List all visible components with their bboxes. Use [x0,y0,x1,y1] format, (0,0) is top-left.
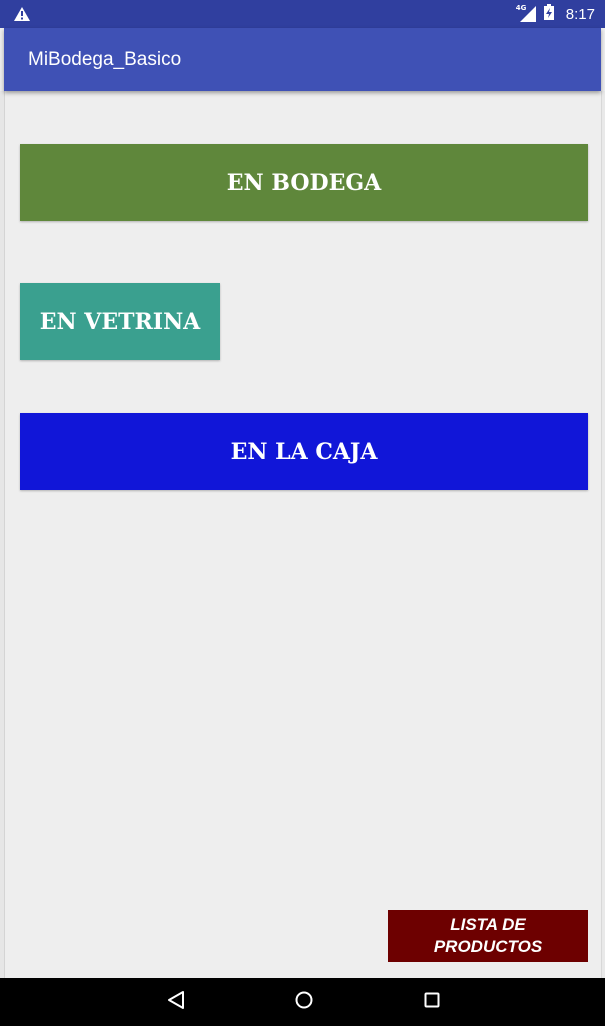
en-vetrina-button[interactable]: EN VETRINA [20,283,220,360]
status-indicators: 4G 8:17 [516,0,595,28]
battery-icon [543,3,554,25]
app-title: MiBodega_Basico [28,49,182,70]
status-bar: 4G 8:17 [0,0,605,28]
navigation-bar [0,978,605,1026]
back-button[interactable] [146,978,206,1026]
right-edge-divider [601,91,605,978]
lista-button-label-line1: LISTA DE [450,915,526,934]
home-button[interactable] [274,978,334,1026]
recents-icon [423,991,441,1014]
en-la-caja-button[interactable]: EN LA CAJA [20,413,588,490]
lista-de-productos-button[interactable]: LISTA DE PRODUCTOS [388,910,588,962]
recents-button[interactable] [402,978,462,1026]
en-bodega-button[interactable]: EN BODEGA [20,144,588,221]
signal-icon: 4G [516,4,536,22]
left-edge-divider [0,91,5,978]
app-screen: 4G 8:17 MiBodega_Basico EN BODEGA EN VET… [0,0,605,1026]
app-bar: MiBodega_Basico [4,28,601,91]
back-icon [167,990,185,1015]
lista-button-label-line2: PRODUCTOS [433,937,543,956]
status-time: 8:17 [565,5,595,23]
warning-icon [14,7,30,21]
home-icon [294,990,314,1015]
